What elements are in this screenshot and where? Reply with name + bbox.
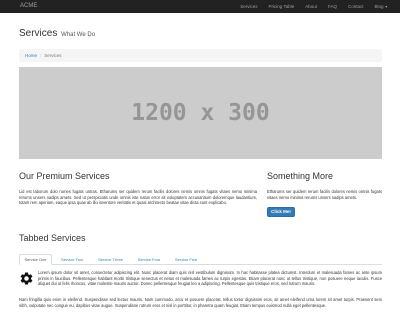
tab-service-five[interactable]: Service Five bbox=[169, 254, 203, 265]
nav-links: Services Pricing Table About FAQ Contact… bbox=[229, 0, 388, 13]
breadcrumb-current: Services bbox=[44, 53, 62, 58]
hero-placeholder-text: 1200 x 300 bbox=[131, 100, 270, 126]
nav-link-pricing-table[interactable]: Pricing Table bbox=[269, 0, 295, 13]
tabbed-services-heading: Tabbed Services bbox=[19, 233, 86, 243]
nav-link-faq[interactable]: FAQ bbox=[328, 0, 337, 13]
caret-down-icon: ▼ bbox=[384, 5, 388, 9]
something-more-text: Etharums ser quidem rerum facilis dolore… bbox=[267, 189, 382, 200]
nav-link-contact[interactable]: Contact bbox=[348, 0, 364, 13]
tab-service-two[interactable]: Service Two bbox=[55, 254, 89, 265]
hero-image-placeholder: 1200 x 300 bbox=[19, 67, 382, 159]
page-subtitle: What We Do bbox=[61, 32, 96, 38]
tab-service-three[interactable]: Service Three bbox=[92, 254, 129, 265]
click-me-button[interactable]: Click Me! bbox=[267, 207, 295, 217]
breadcrumb-home-link[interactable]: Home bbox=[25, 53, 37, 58]
breadcrumb-separator: / bbox=[40, 53, 42, 58]
something-more-heading: Something More bbox=[267, 171, 334, 181]
premium-services-heading: Our Premium Services bbox=[19, 171, 110, 181]
nav-link-services[interactable]: Services bbox=[240, 0, 257, 13]
top-navbar: ACME Services Pricing Table About FAQ Co… bbox=[0, 0, 400, 13]
service-one-paragraph-1: Lorem ipsum dolor sit amet, consectetur … bbox=[38, 270, 382, 287]
service-one-paragraph-2: Nam fringilla quis enim in eleifend. Sus… bbox=[19, 297, 382, 308]
nav-link-blog-label: Blog bbox=[374, 4, 384, 9]
tab-service-four[interactable]: Service Four bbox=[132, 254, 166, 265]
page-title-text: Services bbox=[19, 28, 58, 39]
nav-link-about[interactable]: About bbox=[305, 0, 317, 13]
gear-icon bbox=[20, 272, 33, 285]
tab-service-one[interactable]: Service One bbox=[19, 254, 52, 265]
services-tab-bar: Service One Service Two Service Three Se… bbox=[19, 254, 382, 265]
breadcrumb: Home / Services bbox=[19, 49, 382, 62]
page-title: Services What We Do bbox=[19, 28, 95, 39]
brand-link[interactable]: ACME bbox=[20, 3, 37, 9]
nav-dropdown-blog[interactable]: Blog▼ bbox=[375, 0, 388, 13]
premium-services-text: Lid est laborum dolo rumes fugats untras… bbox=[19, 189, 257, 206]
